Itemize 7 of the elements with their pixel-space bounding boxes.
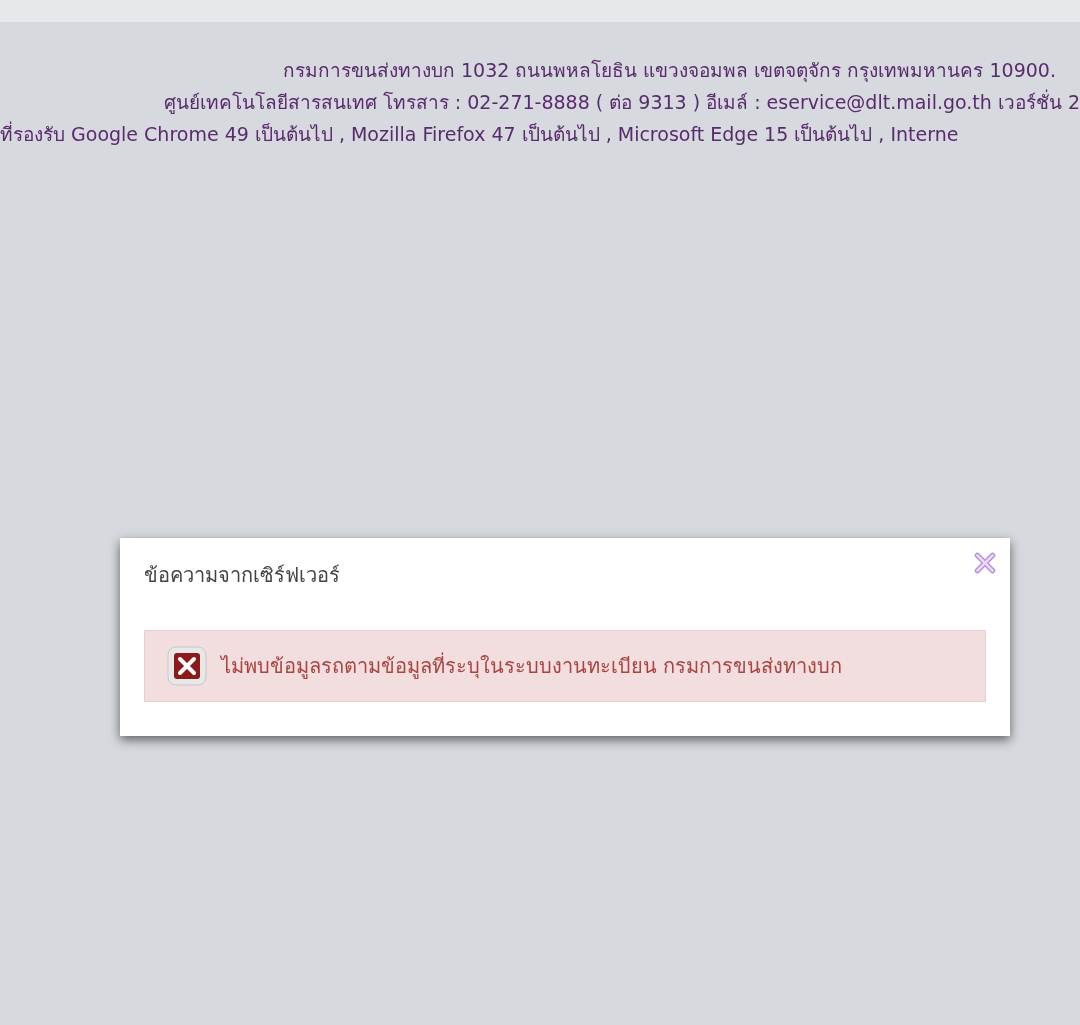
footer-address: กรมการขนส่งทางบก 1032 ถนนพหลโยธิน แขวงจอมพล เขตจตุจักร กรุงเทพมหานคร 10900. xyxy=(282,58,1056,84)
dialog-title: ข้อความจากเซิร์ฟเวอร์ xyxy=(144,562,340,589)
error-icon xyxy=(167,646,207,686)
close-icon[interactable] xyxy=(972,550,998,576)
error-message: ไม่พบข้อมูลรถตามข้อมูลที่ระบุในระบบงานทะเบียน กรมการขนส่งทางบก xyxy=(221,651,843,681)
footer-browser-support: ที่รองรับ Google Chrome 49 เป็นต้นไป , Mozilla Firefox 47 เป็นต้นไป , Microsoft Edge 15 เป็นต้นไป , Interne xyxy=(0,120,959,147)
footer-contact: ศูนย์เทคโนโลยีสารสนเทศ โทรสาร : 02-271-8888 ( ต่อ 9313 ) อีเมล์ : eservice@dlt.mail.go.th เวอร์ชั่น 2 xyxy=(163,88,1080,116)
